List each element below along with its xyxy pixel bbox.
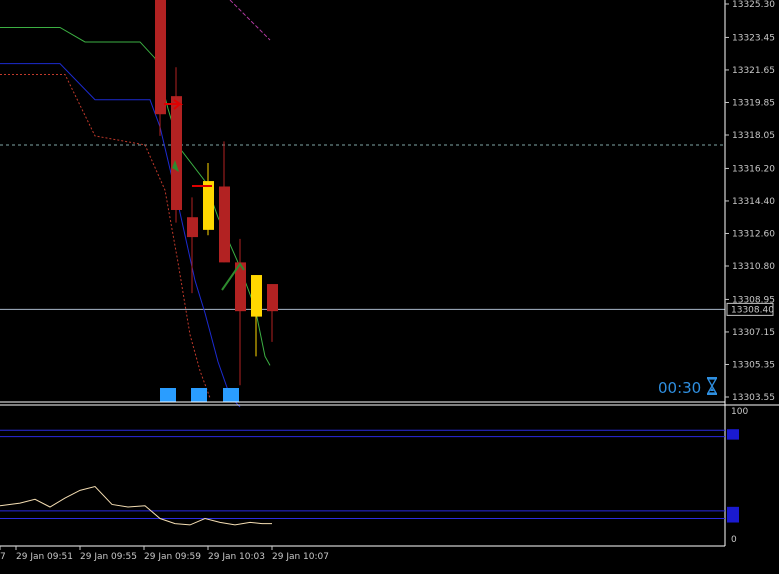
candle-body [203,181,214,230]
price-tick-label: 13316.20 [732,164,775,174]
oscillator-tick-labels: 100 0 [731,407,748,545]
time-tick-label: 29 Jan 09:55 [80,552,137,562]
signal-marker [160,388,176,402]
candle-body [155,0,166,115]
oscillator-levels [0,429,739,523]
oscillator-line [0,485,272,526]
price-tick-label: 13307.15 [732,328,775,338]
oscillator-series-line [0,485,272,526]
oscillator-pane: 100 0 [0,407,748,545]
timer-text: 00:30 [658,379,701,397]
price-tick-label: 13321.65 [732,66,775,76]
oscillator-tick-label: 0 [731,535,737,545]
envelope-blue-line [0,63,241,408]
signal-markers [160,388,239,402]
time-tick-label: 29 Jan 10:03 [208,552,265,562]
price-tick-label: 13323.45 [732,33,775,43]
time-tick-label: 7 [0,552,6,562]
trend-segment [229,0,271,41]
price-tick-label: 13310.80 [732,262,775,272]
signal-marker [191,388,207,402]
signal-marker [223,388,239,402]
candle-body [187,217,198,238]
time-tick-labels: 7 29 Jan 09:51 29 Jan 09:55 29 Jan 09:59 29 … [0,546,329,562]
time-tick-label: 29 Jan 09:59 [144,552,201,562]
price-tick-label: 13314.40 [732,197,775,207]
price-axis: 13325.30 13323.45 13321.65 13319.85 13318.05… [724,0,775,546]
time-tick-label: 29 Jan 09:51 [16,552,73,562]
price-tick-labels: 13325.30 13323.45 13321.65 13319.85 13318.05… [725,0,775,403]
price-tick-label: 13318.05 [732,131,775,141]
price-tick-label: 13303.55 [732,393,775,403]
price-tick-label: 13319.85 [732,98,775,108]
candle-body [267,284,278,312]
price-tick-label: 13305.35 [732,360,775,370]
oscillator-tick-label: 100 [731,407,748,417]
level-tag-lower [727,506,739,523]
current-price-badge: 13308.40 [726,302,774,316]
candle-body [251,275,262,317]
time-tick-label: 29 Jan 10:07 [272,552,329,562]
candle-body [171,96,182,210]
main-price-lines [0,144,725,310]
main-pane [0,0,725,408]
candle-body [219,186,230,263]
hourglass-icon [706,377,718,395]
level-tag-upper [727,429,739,440]
countdown-timer: 00:30 [658,377,718,397]
chart-canvas[interactable]: 13325.30 13323.45 13321.65 13319.85 13318.05… [0,0,779,574]
current-price-label: 13308.40 [731,305,774,315]
price-tick-label: 13325.30 [732,0,775,10]
price-tick-label: 13312.60 [732,229,775,239]
